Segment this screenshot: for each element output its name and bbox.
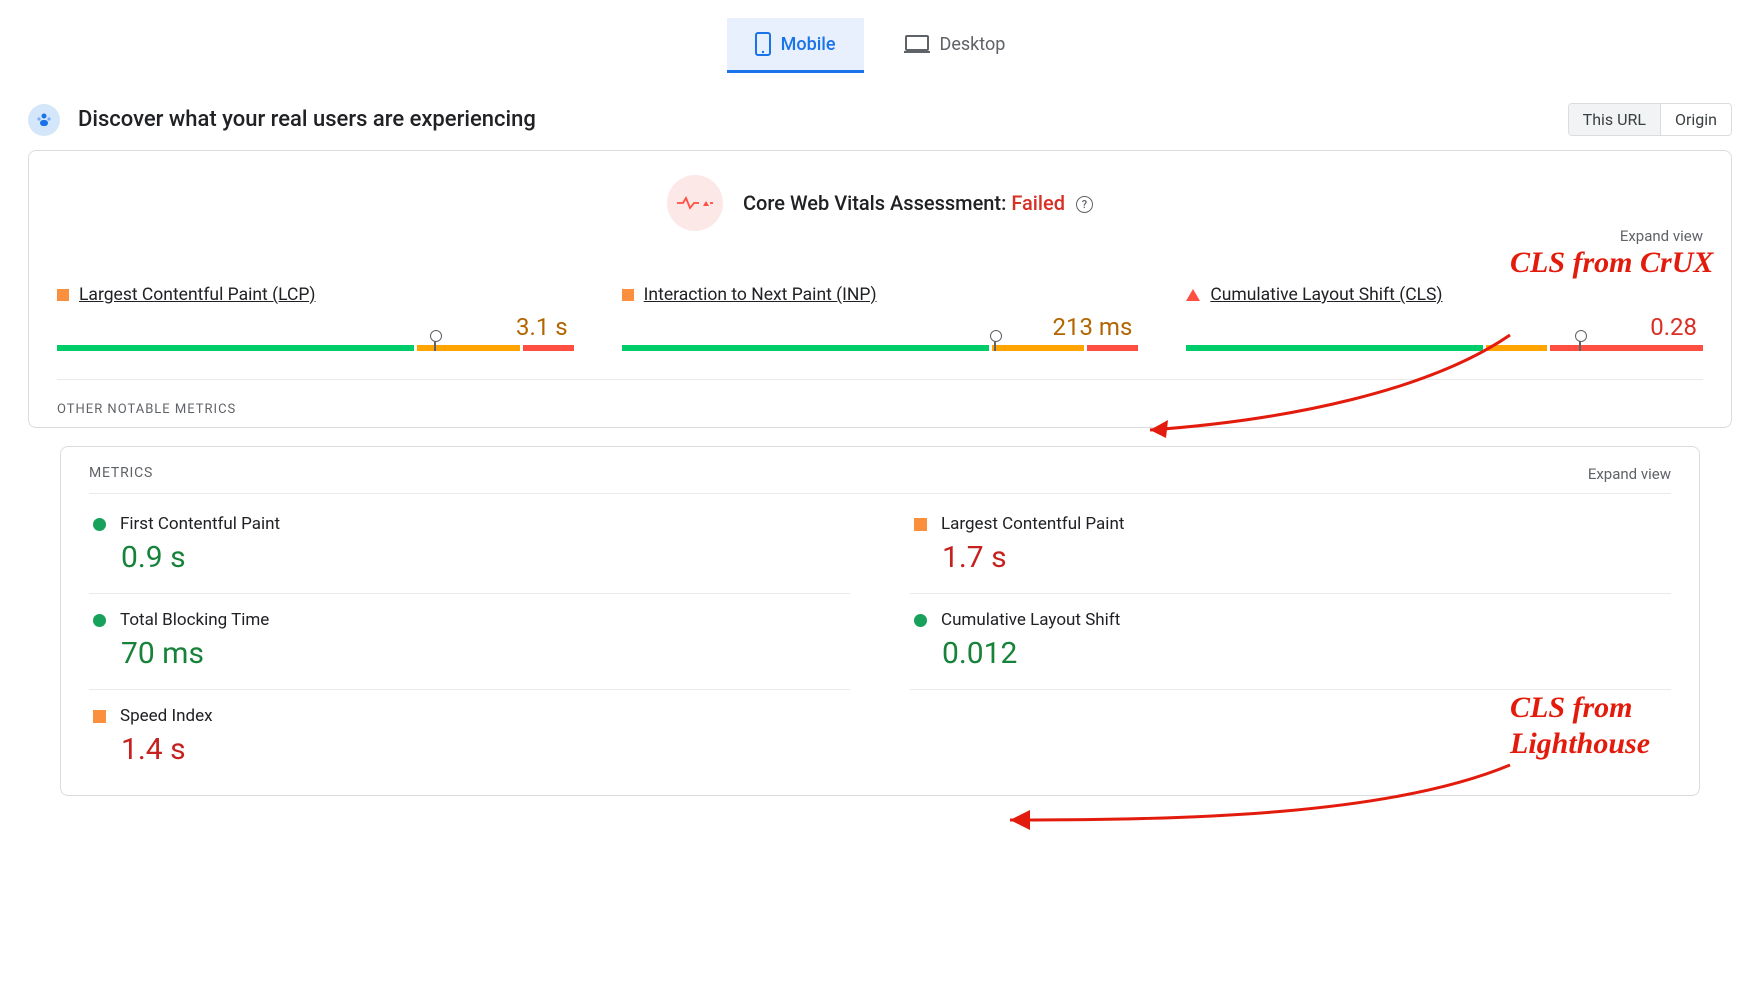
circle-green-icon bbox=[914, 614, 927, 627]
metric-lcp: Largest Contentful Paint 1.7 s bbox=[910, 498, 1671, 594]
cwv-lcp-bar bbox=[57, 345, 574, 351]
square-orange-icon bbox=[914, 518, 927, 531]
marker-icon bbox=[434, 335, 436, 351]
cwv-lcp: Largest Contentful Paint (LCP) 3.1 s bbox=[57, 285, 574, 351]
header-row: Discover what your real users are experi… bbox=[28, 103, 1732, 136]
metric-tbt: Total Blocking Time 70 ms bbox=[89, 594, 850, 690]
metric-lcp-name: Largest Contentful Paint bbox=[941, 514, 1124, 534]
triangle-red-icon bbox=[1186, 289, 1200, 301]
other-metrics-label: OTHER NOTABLE METRICS bbox=[57, 402, 1703, 417]
cwv-inp: Interaction to Next Paint (INP) 213 ms bbox=[622, 285, 1139, 351]
mobile-icon bbox=[755, 32, 771, 56]
marker-icon bbox=[1579, 335, 1581, 351]
tab-mobile[interactable]: Mobile bbox=[727, 18, 864, 73]
crux-panel: Core Web Vitals Assessment: Failed ? Exp… bbox=[28, 150, 1732, 428]
cwv-cls-bar bbox=[1186, 345, 1703, 351]
metric-fcp: First Contentful Paint 0.9 s bbox=[89, 498, 850, 594]
lighthouse-panel: METRICS Expand view First Contentful Pai… bbox=[60, 446, 1700, 796]
metric-cls-name: Cumulative Layout Shift bbox=[941, 610, 1120, 630]
tab-mobile-label: Mobile bbox=[781, 34, 836, 55]
square-orange-icon bbox=[622, 289, 634, 301]
circle-green-icon bbox=[93, 518, 106, 531]
metric-tbt-value: 70 ms bbox=[121, 636, 846, 671]
tab-desktop-label: Desktop bbox=[940, 34, 1006, 55]
lighthouse-title: METRICS bbox=[89, 465, 153, 483]
cwv-lcp-name[interactable]: Largest Contentful Paint (LCP) bbox=[79, 285, 316, 305]
marker-icon bbox=[994, 335, 996, 351]
metric-cls-value: 0.012 bbox=[942, 636, 1667, 671]
metric-tbt-name: Total Blocking Time bbox=[120, 610, 269, 630]
cwv-inp-name[interactable]: Interaction to Next Paint (INP) bbox=[644, 285, 877, 305]
metric-si-name: Speed Index bbox=[120, 706, 213, 726]
square-orange-icon bbox=[57, 289, 69, 301]
cwv-cls-name[interactable]: Cumulative Layout Shift (CLS) bbox=[1210, 285, 1442, 305]
scope-toggle: This URL Origin bbox=[1568, 103, 1732, 136]
metric-fcp-name: First Contentful Paint bbox=[120, 514, 280, 534]
annotation-lighthouse: CLS from Lighthouse bbox=[1510, 690, 1750, 762]
scope-this-url[interactable]: This URL bbox=[1569, 104, 1660, 135]
assessment-badge-icon bbox=[667, 175, 723, 231]
metric-fcp-value: 0.9 s bbox=[121, 540, 846, 575]
cwv-lcp-value: 3.1 s bbox=[57, 313, 574, 341]
circle-green-icon bbox=[93, 614, 106, 627]
cwv-metrics-row: Largest Contentful Paint (LCP) 3.1 s Int… bbox=[57, 285, 1703, 380]
scope-origin[interactable]: Origin bbox=[1660, 104, 1731, 135]
assessment-label: Core Web Vitals Assessment: bbox=[743, 191, 1006, 215]
desktop-icon bbox=[904, 34, 930, 54]
assessment-row: Core Web Vitals Assessment: Failed ? Exp… bbox=[57, 175, 1703, 231]
lighthouse-metrics-grid: First Contentful Paint 0.9 s Largest Con… bbox=[89, 498, 1671, 785]
annotation-crux: CLS from CrUX bbox=[1510, 245, 1730, 281]
tab-desktop[interactable]: Desktop bbox=[876, 18, 1034, 73]
page-title: Discover what your real users are experi… bbox=[78, 107, 536, 132]
cwv-cls-value: 0.28 bbox=[1186, 313, 1703, 341]
square-orange-icon bbox=[93, 710, 106, 723]
cwv-inp-value: 213 ms bbox=[622, 313, 1139, 341]
cwv-cls: Cumulative Layout Shift (CLS) 0.28 bbox=[1186, 285, 1703, 351]
users-icon bbox=[28, 104, 60, 136]
assessment-status: Failed bbox=[1011, 191, 1065, 215]
metric-lcp-value: 1.7 s bbox=[942, 540, 1667, 575]
expand-view-link[interactable]: Expand view bbox=[1620, 227, 1703, 245]
metric-si-value: 1.4 s bbox=[121, 732, 846, 767]
assessment-text: Core Web Vitals Assessment: Failed ? bbox=[743, 191, 1093, 215]
device-tabs: Mobile Desktop bbox=[0, 0, 1760, 73]
cwv-inp-bar bbox=[622, 345, 1139, 351]
help-icon[interactable]: ? bbox=[1076, 196, 1093, 213]
metric-si: Speed Index 1.4 s bbox=[89, 690, 850, 785]
metric-cls: Cumulative Layout Shift 0.012 bbox=[910, 594, 1671, 690]
lighthouse-expand-link[interactable]: Expand view bbox=[1588, 465, 1671, 483]
